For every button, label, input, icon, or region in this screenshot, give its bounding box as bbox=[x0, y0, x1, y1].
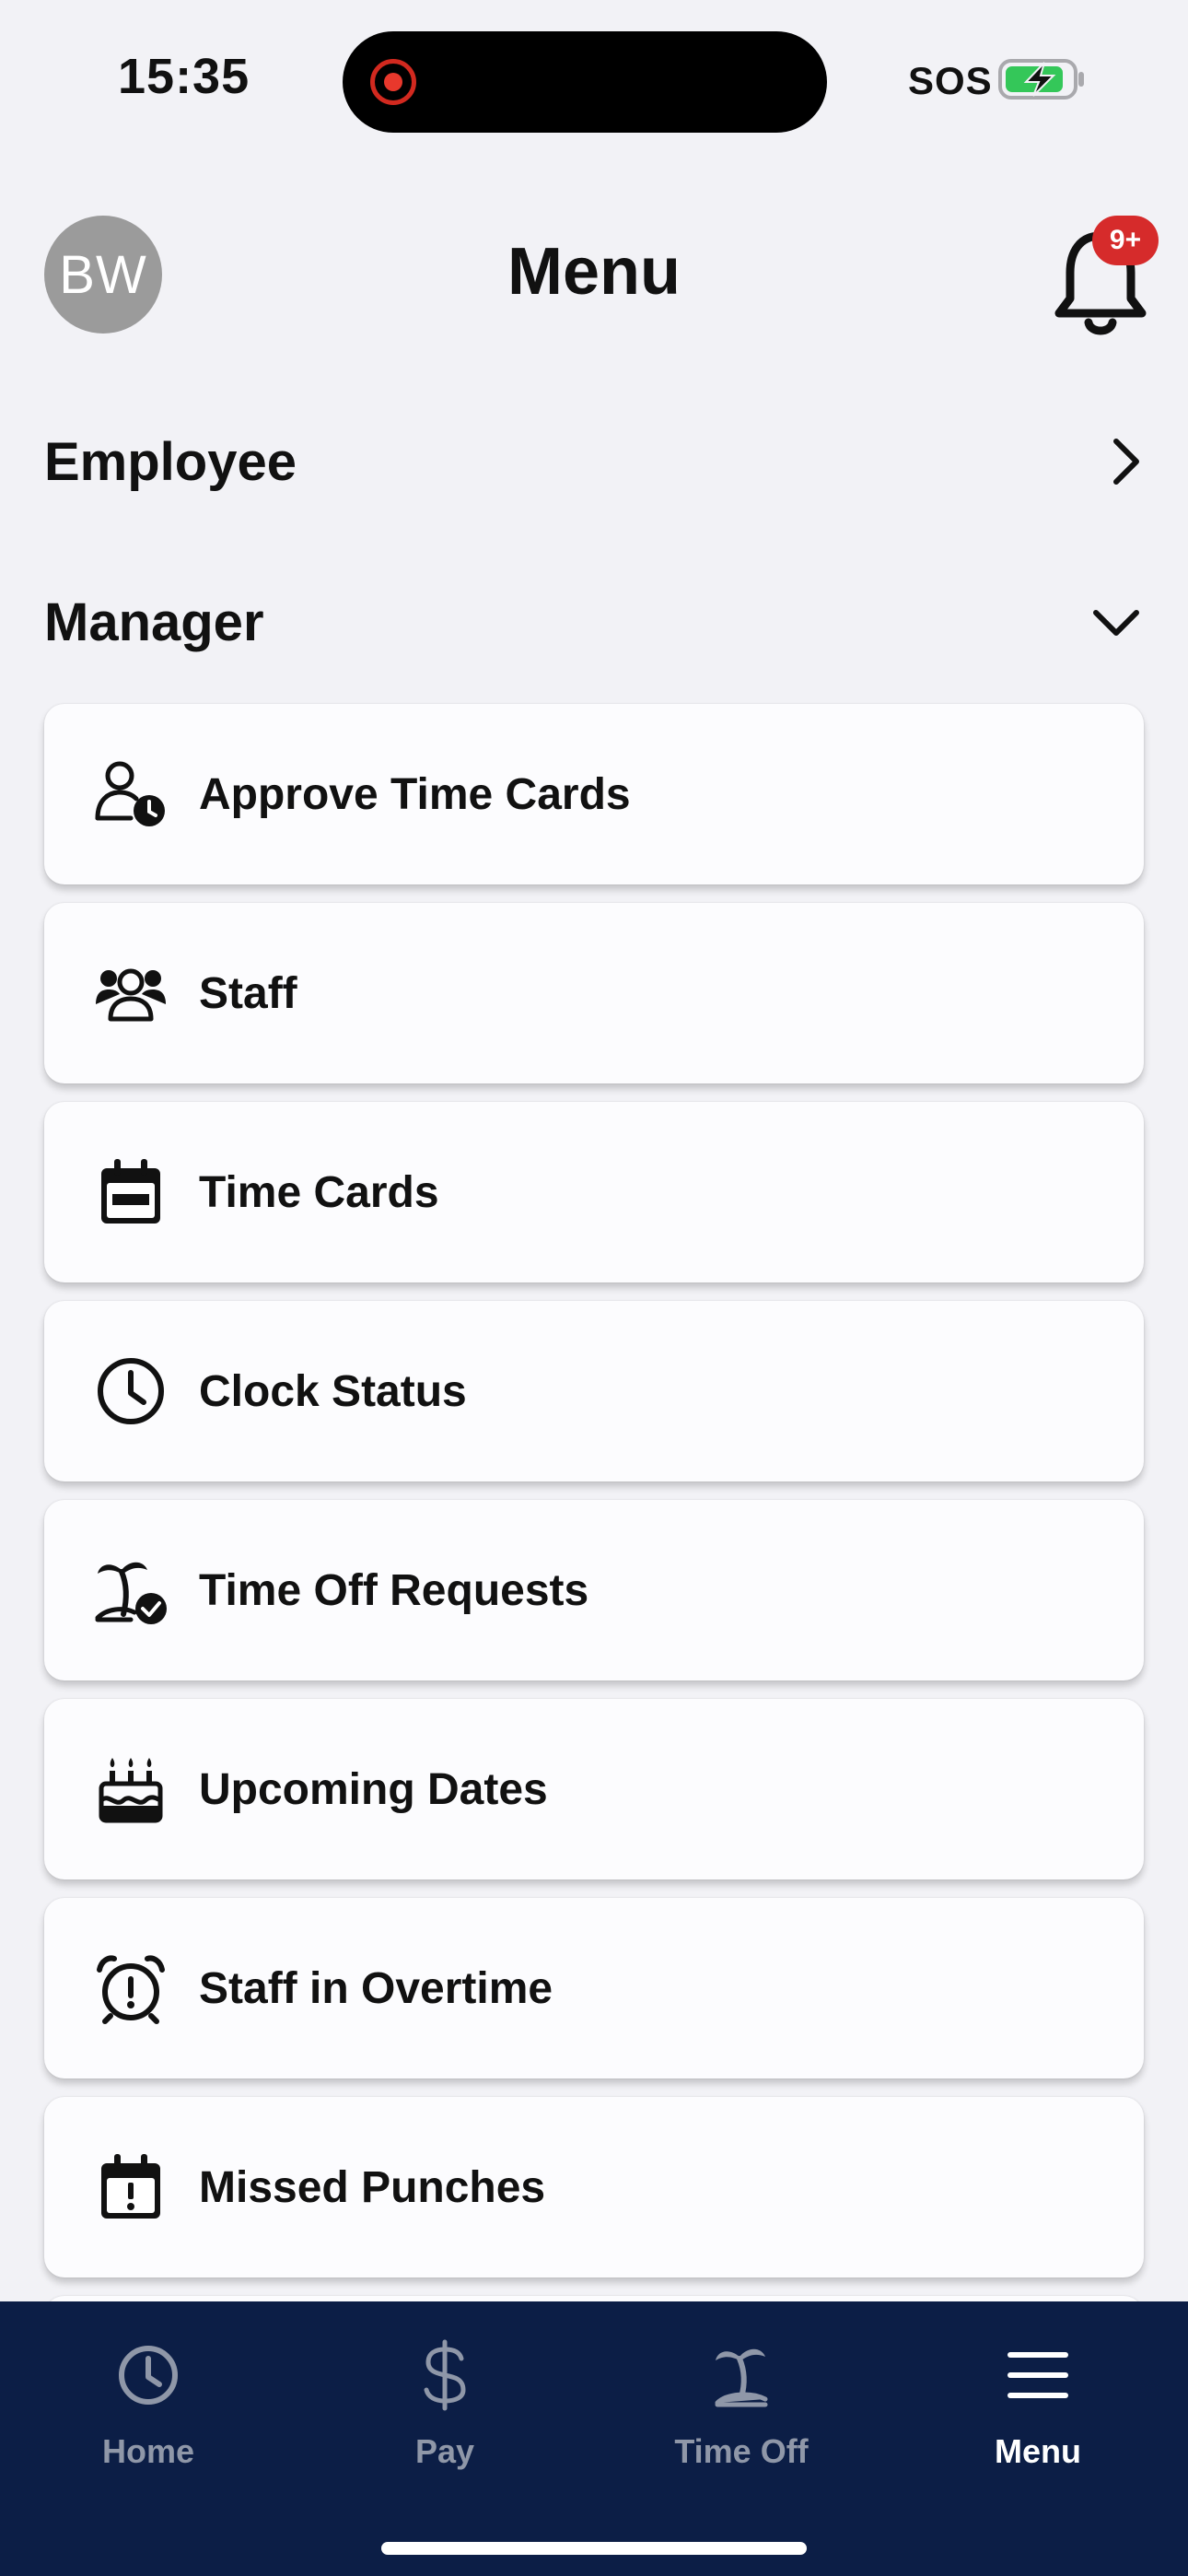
tab-label: Menu bbox=[995, 2432, 1081, 2470]
menu-item-time-cards[interactable]: Time Cards bbox=[44, 1102, 1144, 1282]
chevron-down-icon bbox=[1093, 610, 1139, 636]
manager-section-label: Manager bbox=[44, 591, 264, 652]
menu-item-label: Approve Time Cards bbox=[199, 769, 631, 819]
palm-tree-icon bbox=[705, 2338, 778, 2412]
home-indicator[interactable] bbox=[381, 2542, 807, 2555]
clock-icon bbox=[94, 1354, 168, 1428]
menu-item-label: Upcoming Dates bbox=[199, 1764, 548, 1814]
menu-item-staff-in-overtime[interactable]: Staff in Overtime bbox=[44, 1898, 1144, 2078]
menu-item-missed-punches[interactable]: Missed Punches bbox=[44, 2097, 1144, 2277]
manager-section[interactable]: Manager bbox=[44, 580, 1144, 663]
tab-home[interactable]: Home bbox=[0, 2338, 297, 2486]
notification-badge: 9+ bbox=[1092, 216, 1159, 265]
employee-section-label: Employee bbox=[44, 431, 297, 492]
tab-menu[interactable]: Menu bbox=[890, 2338, 1186, 2486]
palm-tree-check-icon bbox=[94, 1553, 168, 1627]
tab-label: Pay bbox=[414, 2432, 475, 2470]
calendar-alert-icon bbox=[94, 2150, 168, 2224]
menu-item-staff[interactable]: Staff bbox=[44, 903, 1144, 1083]
chevron-right-icon bbox=[1113, 439, 1139, 485]
status-time: 15:35 bbox=[118, 49, 250, 104]
calendar-icon bbox=[94, 1155, 168, 1229]
menu-item-label: Clock Status bbox=[199, 1366, 467, 1416]
tab-pay[interactable]: Pay bbox=[297, 2338, 593, 2486]
menu-item-clock-status[interactable]: Clock Status bbox=[44, 1301, 1144, 1481]
alarm-clock-icon bbox=[94, 1951, 168, 2025]
page-title: Menu bbox=[507, 235, 681, 309]
user-clock-icon bbox=[94, 757, 168, 831]
menu-item-time-off-requests[interactable]: Time Off Requests bbox=[44, 1500, 1144, 1680]
menu-item-approve-time-cards[interactable]: Approve Time Cards bbox=[44, 704, 1144, 884]
battery-charging-icon bbox=[998, 57, 1087, 106]
tab-time-off[interactable]: Time Off bbox=[593, 2338, 890, 2486]
clock-icon bbox=[111, 2338, 185, 2412]
status-bar: 15:35 SOS bbox=[0, 0, 1188, 147]
birthday-cake-icon bbox=[94, 1752, 168, 1826]
menu-item-label: Missed Punches bbox=[199, 2162, 546, 2212]
menu-item-upcoming-dates[interactable]: Upcoming Dates bbox=[44, 1699, 1144, 1879]
tab-label: Home bbox=[101, 2432, 195, 2470]
menu-item-label: Staff in Overtime bbox=[199, 1963, 553, 2013]
hamburger-icon bbox=[1001, 2338, 1075, 2412]
employee-section[interactable]: Employee bbox=[44, 420, 1144, 503]
dollar-icon bbox=[408, 2338, 482, 2412]
menu-item-label: Time Off Requests bbox=[199, 1565, 589, 1615]
users-icon bbox=[94, 956, 168, 1030]
tab-bar: Home Pay Time Off Menu bbox=[0, 2301, 1188, 2576]
menu-item-label: Time Cards bbox=[199, 1167, 439, 1217]
screen-recording-icon bbox=[370, 59, 416, 105]
menu-item-label: Staff bbox=[199, 968, 297, 1018]
tab-label: Time Off bbox=[674, 2432, 809, 2470]
sos-indicator: SOS bbox=[908, 59, 993, 102]
dynamic-island bbox=[343, 31, 827, 133]
